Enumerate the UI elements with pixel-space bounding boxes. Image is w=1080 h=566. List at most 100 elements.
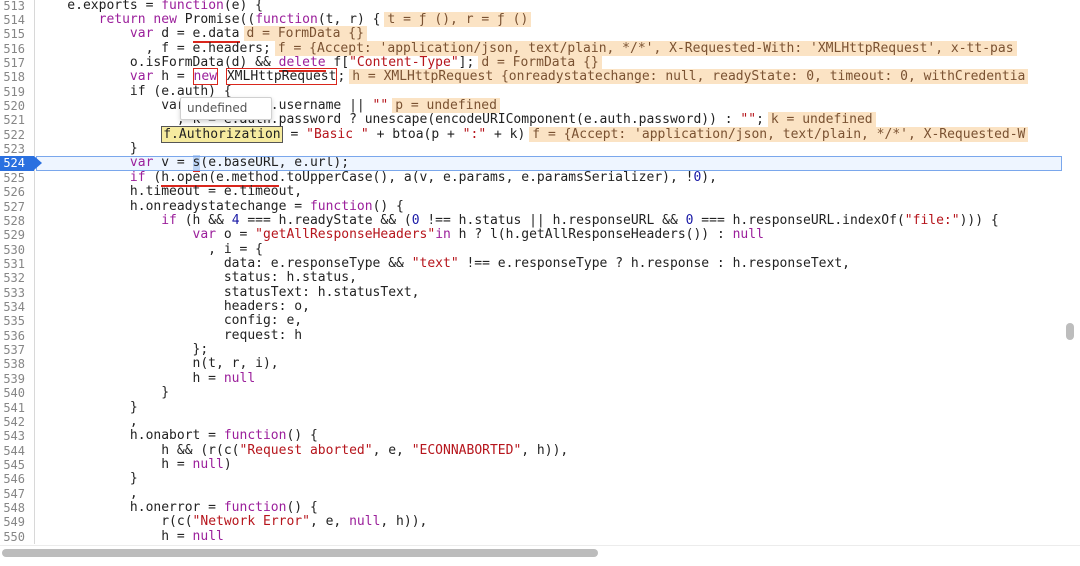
string-literal: "text" xyxy=(411,255,459,271)
code-line[interactable]: r(c("Network Error", e, null, h)), xyxy=(36,515,1062,529)
line-number[interactable]: 531 xyxy=(0,257,34,271)
code-text: h.onabort = xyxy=(36,428,224,444)
line-number[interactable]: 515 xyxy=(0,27,34,41)
code-line[interactable]: status: h.status, xyxy=(36,271,1062,285)
inline-value-hint: k = undefined xyxy=(767,112,876,128)
keyword: var xyxy=(129,155,154,171)
code-line[interactable]: h.timeout = e.timeout, xyxy=(36,184,1062,199)
code-line[interactable]: headers: o, xyxy=(36,299,1062,314)
code-line[interactable]: var o = "getAllResponseHeaders"in h ? l(… xyxy=(36,228,1062,242)
line-number[interactable]: 520 xyxy=(0,99,34,113)
code-text: }; xyxy=(36,342,209,358)
code-line[interactable]: if (h.open(e.method.toUpperCase(), a(v, … xyxy=(36,169,1062,187)
line-number[interactable]: 545 xyxy=(0,458,34,472)
line-number[interactable]: 528 xyxy=(0,214,34,228)
line-number[interactable]: 525 xyxy=(0,171,34,185)
line-number[interactable]: 527 xyxy=(0,200,34,214)
code-line[interactable]: h && (r(c("Request aborted", e, "ECONNAB… xyxy=(36,443,1062,458)
code-line[interactable]: }; xyxy=(36,342,1062,358)
code-text: ; xyxy=(337,69,346,85)
code-line[interactable]: statusText: h.statusText, xyxy=(36,285,1062,300)
line-number[interactable]: 544 xyxy=(0,444,34,458)
code-line[interactable]: } xyxy=(36,472,1062,486)
line-number[interactable]: 540 xyxy=(0,386,34,400)
number-literal: 4 xyxy=(231,212,240,228)
code-line[interactable]: return new Promise((function(t, r) {t = … xyxy=(36,11,1062,27)
keyword: var xyxy=(129,69,154,85)
code-line[interactable]: h.onreadystatechange = function() { xyxy=(36,199,1062,214)
code-editor[interactable]: 513 514 515 516 517 518 519 520 521 522 … xyxy=(0,0,1062,545)
horizontal-scrollbar-thumb[interactable] xyxy=(2,549,598,557)
code-line[interactable]: } xyxy=(36,141,1062,156)
string-literal: ":" xyxy=(462,126,487,142)
line-number[interactable]: 534 xyxy=(0,300,34,314)
line-number[interactable]: 522 xyxy=(0,128,34,142)
code-line[interactable]: var h = new XMLHttpRequest; h = XMLHttpRe… xyxy=(36,68,1062,86)
line-number[interactable]: 523 xyxy=(0,142,34,156)
line-number[interactable]: 537 xyxy=(0,343,34,357)
code-line[interactable]: n(t, r, i), xyxy=(36,357,1062,371)
code-line[interactable]: , f = e.headers; f = {Accept: 'applicatio… xyxy=(36,40,1062,56)
highlighted-token[interactable]: f.Authorization xyxy=(161,125,283,143)
line-number[interactable]: 542 xyxy=(0,415,34,429)
line-number[interactable]: 539 xyxy=(0,372,34,386)
line-number[interactable]: 518 xyxy=(0,70,34,84)
line-number[interactable]: 550 xyxy=(0,530,34,544)
code-text: r(c( xyxy=(36,514,193,530)
code-line[interactable]: h = null) xyxy=(36,457,1062,472)
code-text: , i = { xyxy=(36,241,263,257)
line-number[interactable]: 516 xyxy=(0,42,34,56)
code-line[interactable]: data: e.responseType && "text" !== e.res… xyxy=(36,255,1062,271)
line-number[interactable]: 547 xyxy=(0,487,34,501)
inline-value-hint: t = ƒ (), r = ƒ () xyxy=(384,11,532,27)
breakpoint-line-number[interactable]: 524 xyxy=(0,156,42,171)
code-text: , f = e.headers; xyxy=(36,40,271,56)
code-line[interactable]: h.onabort = function() { xyxy=(36,429,1062,443)
line-number[interactable]: 538 xyxy=(0,357,34,371)
code-text: === h.responseURL.indexOf( xyxy=(693,212,905,228)
line-number[interactable]: 532 xyxy=(0,271,34,285)
line-number-gutter[interactable]: 513 514 515 516 517 518 519 520 521 522 … xyxy=(0,0,42,545)
line-number[interactable]: 535 xyxy=(0,314,34,328)
line-number[interactable]: 519 xyxy=(0,85,34,99)
code-line[interactable]: , xyxy=(36,414,1062,429)
code-line[interactable]: h = null xyxy=(36,529,1062,544)
code-line[interactable]: , i = { xyxy=(36,241,1062,257)
code-line[interactable]: h = null xyxy=(36,371,1062,386)
boxed-token[interactable]: XMLHttpRequest xyxy=(225,68,338,86)
line-number[interactable]: 514 xyxy=(0,13,34,27)
line-number[interactable]: 549 xyxy=(0,515,34,529)
paused-code-line[interactable]: var v = s(e.baseURL, e.url); xyxy=(36,155,1062,173)
line-number[interactable]: 541 xyxy=(0,401,34,415)
line-number[interactable]: 546 xyxy=(0,472,34,486)
code-line[interactable]: } xyxy=(36,386,1062,400)
line-number[interactable]: 548 xyxy=(0,501,34,515)
code-text: + btoa(p + xyxy=(368,126,463,142)
line-number[interactable]: 529 xyxy=(0,228,34,242)
code-line[interactable]: var d = e.data d = FormData {} xyxy=(36,26,1062,44)
code-line[interactable]: if (h && 4 === h.readyState && (0 !== h.… xyxy=(36,212,1062,228)
line-number[interactable]: 521 xyxy=(0,113,34,127)
line-number[interactable]: 517 xyxy=(0,56,34,70)
code-line[interactable]: } xyxy=(36,400,1062,415)
code-line[interactable]: , xyxy=(36,486,1062,501)
code-text: v = xyxy=(153,155,193,171)
code-line[interactable]: f.Authorization = "Basic " + btoa(p + ":… xyxy=(36,125,1062,143)
line-number[interactable]: 543 xyxy=(0,429,34,443)
keyword: function xyxy=(255,11,318,27)
line-number[interactable]: 530 xyxy=(0,243,34,257)
line-number[interactable]: 526 xyxy=(0,185,34,199)
code-text: ]; xyxy=(458,54,475,70)
code-line[interactable]: config: e, xyxy=(36,314,1062,328)
code-text: h = xyxy=(153,69,193,85)
line-number[interactable]: 533 xyxy=(0,286,34,300)
vertical-scrollbar-thumb[interactable] xyxy=(1066,323,1074,340)
code-line[interactable]: h.onerror = function() { xyxy=(36,500,1062,515)
line-number[interactable]: 536 xyxy=(0,329,34,343)
code-line[interactable]: request: h xyxy=(36,328,1062,343)
string-literal: "getAllResponseHeaders" xyxy=(255,227,436,243)
vertical-scrollbar-track[interactable] xyxy=(1062,0,1080,545)
code-lines[interactable]: e.exports = function(e) { return new Pro… xyxy=(36,0,1062,544)
line-number[interactable]: 513 xyxy=(0,0,34,13)
code-text: === h.readyState && ( xyxy=(239,212,412,228)
